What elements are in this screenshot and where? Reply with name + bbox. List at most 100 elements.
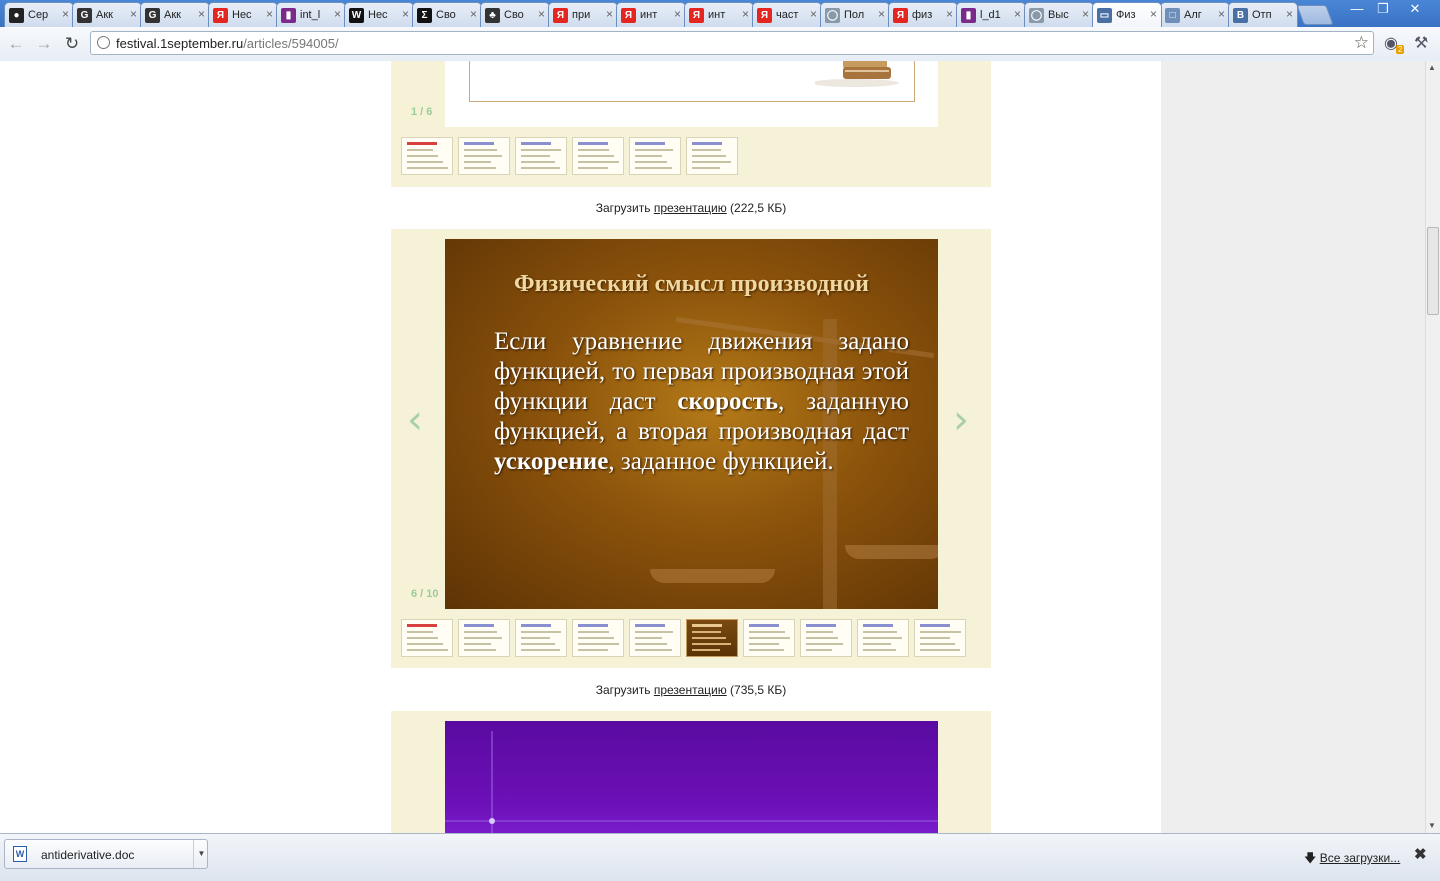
browser-tab[interactable]: G Акк × bbox=[140, 2, 210, 27]
browser-tab[interactable]: ▮ int_l × bbox=[276, 2, 346, 27]
close-tab-icon[interactable]: × bbox=[946, 7, 953, 21]
vertical-scrollbar[interactable]: ▲ ▼ bbox=[1425, 61, 1440, 833]
browser-toolbar: ← → ↻ festival.1september.ru/articles/59… bbox=[0, 27, 1440, 62]
presentation-viewer-3 bbox=[391, 711, 991, 833]
browser-tab[interactable]: Ячаст × bbox=[752, 2, 822, 27]
slide-thumbnail[interactable] bbox=[914, 619, 966, 657]
forward-button[interactable]: → bbox=[34, 34, 54, 54]
slide-thumbnail[interactable] bbox=[686, 619, 738, 657]
download-file-name[interactable]: antiderivative.doc bbox=[41, 848, 134, 862]
slide-thumbnail[interactable] bbox=[458, 619, 510, 657]
minimize-icon[interactable]: — bbox=[1344, 0, 1370, 18]
close-tab-icon[interactable]: × bbox=[402, 7, 409, 21]
google-icon: G bbox=[77, 7, 92, 23]
slide-thumbnail[interactable] bbox=[629, 137, 681, 175]
browser-tab[interactable]: ◯ Пол × bbox=[820, 2, 890, 27]
slide-thumbnail[interactable] bbox=[458, 137, 510, 175]
restore-icon[interactable]: ❐ bbox=[1370, 0, 1396, 18]
scroll-up-icon[interactable]: ▲ bbox=[1428, 63, 1436, 72]
browser-tab[interactable]: Яфиз × bbox=[888, 2, 958, 27]
browser-tab[interactable]: Яинт × bbox=[684, 2, 754, 27]
prev-slide-arrow[interactable]: ‹ bbox=[407, 397, 423, 443]
browser-tab[interactable]: W Нес × bbox=[344, 2, 414, 27]
slide-image-3 bbox=[445, 721, 938, 833]
browser-tab[interactable]: Σ Сво × bbox=[412, 2, 482, 27]
slide-thumbnail[interactable] bbox=[401, 137, 453, 175]
scrollbar-thumb[interactable] bbox=[1427, 227, 1439, 315]
wrench-icon[interactable]: ⚒ bbox=[1414, 33, 1428, 53]
browser-tab[interactable]: □ Алг × bbox=[1160, 2, 1230, 27]
close-tab-icon[interactable]: × bbox=[878, 7, 885, 21]
presentation-download-link[interactable]: презентацию bbox=[654, 201, 727, 215]
close-tab-icon[interactable]: × bbox=[606, 7, 613, 21]
slide-thumbnail[interactable] bbox=[401, 619, 453, 657]
slide-bold-word: ускорение bbox=[494, 448, 609, 475]
url-text[interactable]: festival.1september.ru/articles/594005/ bbox=[116, 36, 339, 51]
close-tab-icon[interactable]: × bbox=[1150, 7, 1157, 21]
close-tab-icon[interactable]: × bbox=[334, 7, 341, 21]
tab-label: при bbox=[572, 9, 591, 21]
close-tab-icon[interactable]: × bbox=[1082, 7, 1089, 21]
tab-label: Отп bbox=[1252, 9, 1272, 21]
presentation-viewer-2: Физический смысл производной Если уравне… bbox=[391, 229, 991, 668]
clover-icon: ♣ bbox=[485, 7, 500, 23]
new-tab-button[interactable] bbox=[1296, 5, 1334, 25]
browser-tab[interactable]: Я Нес × bbox=[208, 2, 278, 27]
slide-thumbnail[interactable] bbox=[800, 619, 852, 657]
extension-badge: 2 bbox=[1396, 45, 1405, 54]
bookmark-star-icon[interactable]: ☆ bbox=[1354, 33, 1369, 53]
tab-label: инт bbox=[708, 9, 726, 21]
scroll-down-icon[interactable]: ▼ bbox=[1428, 821, 1436, 830]
close-tab-icon[interactable]: × bbox=[198, 7, 205, 21]
slide-thumbnail[interactable] bbox=[857, 619, 909, 657]
close-tab-icon[interactable]: × bbox=[1014, 7, 1021, 21]
close-tab-icon[interactable]: × bbox=[1286, 7, 1293, 21]
close-tab-icon[interactable]: × bbox=[62, 7, 69, 21]
reload-button[interactable]: ↻ bbox=[62, 34, 82, 54]
browser-tab[interactable]: Яинт × bbox=[616, 2, 686, 27]
browser-tab[interactable]: ♣ Сво × bbox=[480, 2, 550, 27]
close-tab-icon[interactable]: × bbox=[470, 7, 477, 21]
page-viewport: 1 / 6 Загрузить презентацию (222,5 КБ) Ф… bbox=[0, 61, 1425, 833]
all-downloads[interactable]: 🡇 Все загрузки... bbox=[1304, 849, 1400, 870]
slide-thumbnail[interactable] bbox=[572, 137, 624, 175]
tab-label: Нес bbox=[368, 9, 388, 21]
slide-thumbnail[interactable] bbox=[515, 619, 567, 657]
slide-thumbnail[interactable] bbox=[743, 619, 795, 657]
tab-label: Акк bbox=[164, 9, 181, 21]
globe-icon: ◯ bbox=[1029, 7, 1044, 23]
download-line-2: Загрузить презентацию (735,5 КБ) bbox=[391, 683, 991, 697]
close-window-icon[interactable]: ✕ bbox=[1402, 0, 1428, 18]
browser-tab[interactable]: ◯ Выс × bbox=[1024, 2, 1094, 27]
browser-tab[interactable]: ● Сер × bbox=[4, 2, 74, 27]
browser-tab[interactable]: ▭ Физ × bbox=[1092, 2, 1162, 27]
close-shelf-icon[interactable]: ✖ bbox=[1414, 845, 1427, 863]
close-tab-icon[interactable]: × bbox=[130, 7, 137, 21]
slide-thumbnail[interactable] bbox=[572, 619, 624, 657]
tab-label: Алг bbox=[1184, 9, 1202, 21]
tab-label: Нес bbox=[232, 9, 252, 21]
slide-thumbnail[interactable] bbox=[629, 619, 681, 657]
close-tab-icon[interactable]: × bbox=[538, 7, 545, 21]
close-tab-icon[interactable]: × bbox=[742, 7, 749, 21]
download-prefix: Загрузить bbox=[595, 683, 654, 697]
slide-thumbnail[interactable] bbox=[686, 137, 738, 175]
all-downloads-link[interactable]: Все загрузки... bbox=[1320, 851, 1401, 865]
close-tab-icon[interactable]: × bbox=[266, 7, 273, 21]
address-bar[interactable]: festival.1september.ru/articles/594005/ … bbox=[90, 31, 1374, 55]
close-tab-icon[interactable]: × bbox=[674, 7, 681, 21]
slide-text-part: , заданное функцией. bbox=[608, 448, 834, 475]
close-tab-icon[interactable]: × bbox=[810, 7, 817, 21]
browser-tab[interactable]: ▮ l_d1 × bbox=[956, 2, 1026, 27]
presentation-download-link[interactable]: презентацию bbox=[654, 683, 727, 697]
browser-tab[interactable]: Япри × bbox=[548, 2, 618, 27]
close-tab-icon[interactable]: × bbox=[1218, 7, 1225, 21]
back-button[interactable]: ← bbox=[6, 34, 26, 54]
slide-thumbnail[interactable] bbox=[515, 137, 567, 175]
browser-tab[interactable]: G Акк × bbox=[72, 2, 142, 27]
next-slide-arrow[interactable]: › bbox=[953, 397, 969, 443]
url-path: /articles/594005/ bbox=[243, 36, 339, 51]
chevron-down-icon[interactable]: ▼ bbox=[193, 840, 209, 868]
download-item[interactable]: W antiderivative.doc ▼ bbox=[4, 839, 208, 869]
browser-tab[interactable]: B Отп × bbox=[1228, 2, 1298, 27]
